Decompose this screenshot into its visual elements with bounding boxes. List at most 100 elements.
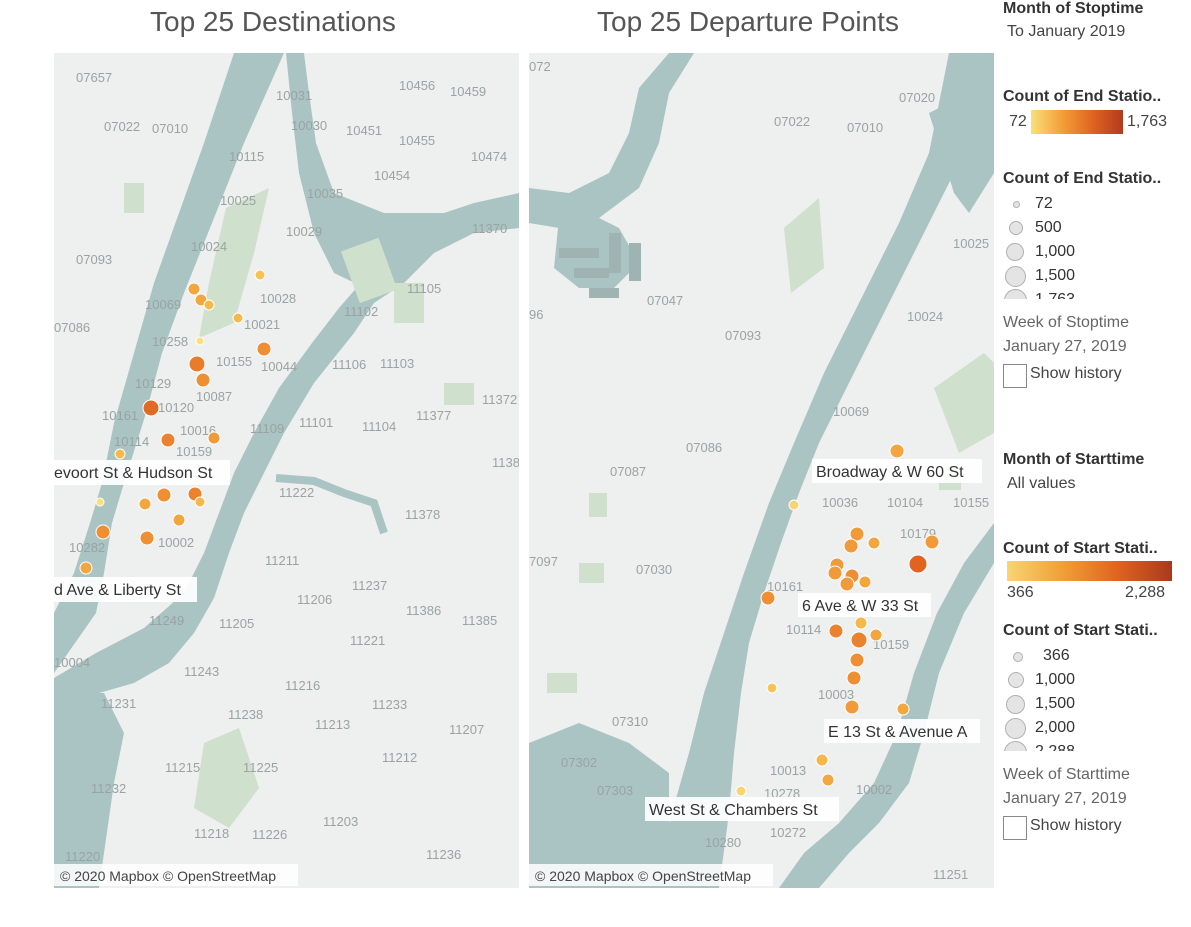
svg-text:11236: 11236 (426, 847, 461, 862)
station-marker[interactable] (858, 575, 872, 589)
station-marker[interactable] (844, 699, 860, 715)
station-marker[interactable] (843, 538, 859, 554)
station-marker[interactable] (194, 496, 206, 508)
station-marker[interactable] (924, 534, 940, 550)
park-queens-2 (444, 383, 474, 405)
departures-map-canvas[interactable]: 072 07020 07022 07010 10025 07047 10024 … (529, 53, 994, 888)
starttime-month-filter[interactable]: All values (1007, 475, 1075, 493)
station-marker[interactable] (95, 524, 111, 540)
station-marker[interactable] (195, 372, 211, 388)
station-marker[interactable] (896, 702, 910, 716)
end-size-legend[interactable]: 72 500 1,000 1,500 1,763 (1003, 193, 1191, 299)
station-marker[interactable] (254, 269, 266, 281)
station-marker[interactable] (232, 312, 244, 324)
park-nj-3 (579, 563, 604, 583)
station-marker[interactable] (735, 785, 747, 797)
station-label: E 13 St & Avenue A (828, 724, 968, 741)
station-marker[interactable] (850, 631, 868, 649)
station-marker[interactable] (760, 590, 776, 606)
stoptime-week-value: January 27, 2019 (1003, 338, 1127, 355)
svg-text:11211: 11211 (265, 553, 299, 568)
departures-map[interactable]: 072 07020 07022 07010 10025 07047 10024 … (529, 53, 994, 888)
station-marker[interactable] (867, 536, 881, 550)
svg-text:96: 96 (529, 307, 543, 322)
stoptime-show-history-checkbox[interactable] (1003, 364, 1027, 388)
station-marker[interactable] (195, 336, 205, 346)
station-marker[interactable] (854, 616, 868, 630)
svg-text:11109: 11109 (250, 421, 284, 436)
station-marker[interactable] (142, 399, 160, 417)
station-marker[interactable] (188, 355, 206, 373)
size-circle (1013, 201, 1020, 208)
stoptime-month-filter[interactable]: To January 2019 (1007, 23, 1125, 41)
park-nj (124, 183, 144, 213)
station-marker[interactable] (95, 497, 105, 507)
svg-text:11233: 11233 (372, 697, 407, 712)
station-marker[interactable] (908, 554, 928, 574)
station-marker[interactable] (766, 682, 778, 694)
svg-text:1138: 1138 (492, 455, 519, 470)
station-marker[interactable] (849, 652, 865, 668)
svg-text:10272: 10272 (770, 825, 806, 840)
station-label: 6 Ave & W 33 St (802, 598, 919, 615)
svg-text:11251: 11251 (933, 867, 968, 882)
end-color-gradient (1031, 110, 1123, 134)
stoptime-month-title: Month of Stoptime (1003, 0, 1144, 17)
svg-text:11232: 11232 (91, 781, 126, 796)
svg-text:10087: 10087 (196, 389, 232, 404)
station-marker[interactable] (815, 753, 829, 767)
station-marker[interactable] (846, 670, 862, 686)
svg-text:10454: 10454 (374, 168, 410, 183)
station-marker[interactable] (828, 623, 844, 639)
station-marker[interactable] (114, 448, 126, 460)
start-color-min: 366 (1007, 584, 1034, 601)
svg-text:10155: 10155 (216, 354, 252, 369)
svg-text:11231: 11231 (101, 696, 136, 711)
station-marker[interactable] (821, 773, 835, 787)
station-marker[interactable] (79, 561, 93, 575)
park-nj-4 (547, 673, 577, 693)
station-marker[interactable] (839, 576, 855, 592)
map-attribution[interactable]: © 2020 Mapbox © OpenStreetMap (60, 868, 276, 884)
svg-text:10115: 10115 (229, 149, 264, 164)
svg-text:11203: 11203 (323, 814, 358, 829)
station-marker[interactable] (256, 341, 272, 357)
svg-text:10474: 10474 (471, 149, 507, 164)
svg-text:07010: 07010 (152, 121, 188, 136)
stoptime-show-history-label[interactable]: Show history (1030, 365, 1122, 383)
station-marker[interactable] (207, 431, 221, 445)
svg-text:10155: 10155 (953, 495, 989, 510)
station-marker[interactable] (889, 443, 905, 459)
station-marker[interactable] (187, 282, 201, 296)
station-marker[interactable] (138, 497, 152, 511)
svg-text:11386: 11386 (406, 603, 441, 618)
svg-text:10114: 10114 (786, 622, 821, 637)
svg-text:10035: 10035 (307, 186, 343, 201)
map-attribution[interactable]: © 2020 Mapbox © OpenStreetMap (535, 868, 751, 884)
station-marker[interactable] (156, 487, 172, 503)
destinations-map-canvas[interactable]: 07657 10031 10456 10459 07022 07010 1003… (54, 53, 519, 888)
station-marker[interactable] (139, 530, 155, 546)
station-marker[interactable] (203, 299, 215, 311)
start-size-legend[interactable]: 366 1,000 1,500 2,000 2,288 (1003, 645, 1191, 751)
station-marker[interactable] (788, 499, 800, 511)
destinations-map[interactable]: 07657 10031 10456 10459 07022 07010 1003… (54, 53, 519, 888)
svg-text:11207: 11207 (449, 722, 484, 737)
starttime-show-history-label[interactable]: Show history (1030, 817, 1122, 835)
station-marker[interactable] (827, 565, 843, 581)
svg-text:10455: 10455 (399, 133, 435, 148)
station-marker[interactable] (869, 628, 883, 642)
svg-text:10025: 10025 (953, 236, 989, 251)
starttime-show-history-checkbox[interactable] (1003, 816, 1027, 840)
station-marker[interactable] (172, 513, 186, 527)
end-color-legend-title: Count of End Statio.. (1003, 88, 1162, 105)
size-circle (1013, 652, 1023, 662)
svg-text:10258: 10258 (152, 334, 188, 349)
size-circle (1005, 266, 1026, 287)
svg-text:11101: 11101 (299, 415, 333, 430)
svg-text:10024: 10024 (191, 239, 227, 254)
svg-text:10021: 10021 (244, 317, 280, 332)
starttime-week-title: Week of Starttime (1003, 766, 1130, 783)
station-marker[interactable] (160, 432, 176, 448)
size-circle (1006, 695, 1025, 714)
